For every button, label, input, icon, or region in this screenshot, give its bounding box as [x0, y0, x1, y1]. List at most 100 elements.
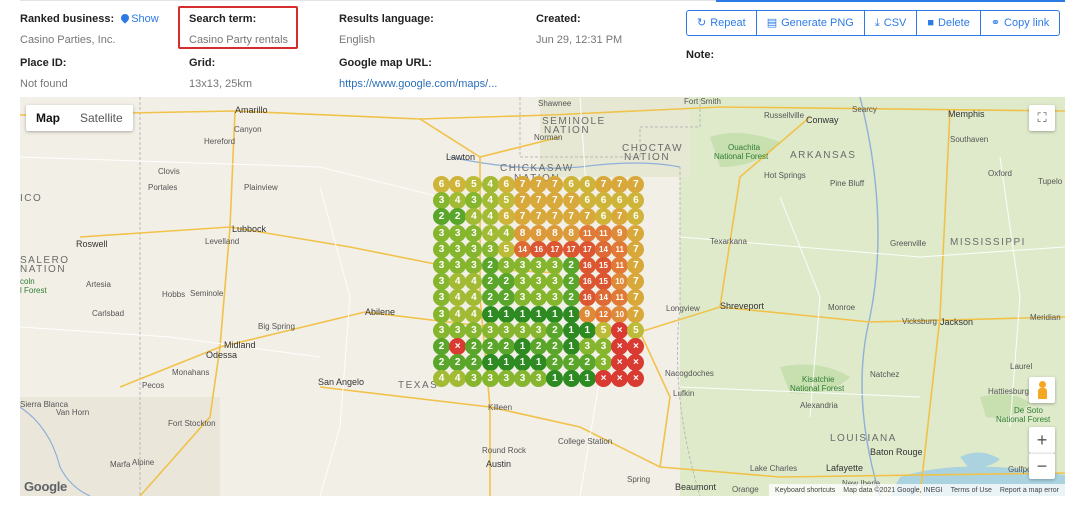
map-type-map-button[interactable]: Map [26, 105, 70, 131]
rank-grid-cell[interactable]: 8 [562, 224, 580, 242]
rank-grid-cell[interactable]: 1 [562, 305, 580, 323]
repeat-button[interactable]: ↻ Repeat [686, 10, 757, 36]
rank-grid-cell[interactable]: 8 [546, 224, 564, 242]
rank-grid-cell[interactable]: 9 [611, 224, 629, 242]
delete-button[interactable]: ■ Delete [916, 10, 981, 36]
rank-grid-cell[interactable]: 12 [595, 305, 612, 323]
rank-grid-cell[interactable]: 1 [481, 354, 499, 372]
rank-grid-cell[interactable]: 6 [578, 192, 596, 210]
rank-grid-cell[interactable]: 2 [562, 354, 580, 372]
rank-grid-cell[interactable]: 16 [578, 257, 596, 274]
rank-grid-cell[interactable]: 6 [433, 176, 450, 193]
rank-grid-cell[interactable]: 14 [514, 240, 531, 258]
rank-grid-cell[interactable]: 3 [514, 321, 531, 339]
rank-grid-cell[interactable]: 3 [578, 338, 596, 355]
rank-grid-cell[interactable]: 7 [562, 192, 580, 210]
rank-grid-cell[interactable]: 2 [562, 289, 580, 307]
rank-grid-cell[interactable]: 2 [578, 354, 596, 372]
fullscreen-button[interactable]: ⛶ [1029, 105, 1055, 131]
rank-grid-cell[interactable]: 8 [530, 224, 548, 242]
rank-grid-cell[interactable]: 17 [578, 240, 596, 258]
rank-grid-cell[interactable]: 3 [433, 321, 450, 339]
rank-grid-cell[interactable]: 1 [514, 338, 531, 355]
rank-grid-cell[interactable]: 14 [595, 240, 612, 258]
generate-png-button[interactable]: ▤ Generate PNG [755, 10, 865, 36]
keyboard-shortcuts-link[interactable]: Keyboard shortcuts [775, 487, 835, 494]
rank-grid-cell[interactable]: 1 [514, 305, 531, 323]
rank-grid-cell[interactable]: 4 [497, 224, 515, 242]
rank-grid-cell[interactable]: 3 [433, 224, 450, 242]
rank-grid-cell[interactable]: 2 [433, 338, 450, 355]
zoom-in-button[interactable]: + [1029, 427, 1055, 453]
rank-grid-cell[interactable]: × [611, 321, 629, 339]
rank-grid-cell[interactable]: 7 [562, 208, 580, 226]
rank-grid-cell[interactable]: 3 [465, 224, 483, 242]
rank-grid-cell[interactable]: 2 [562, 273, 580, 291]
rank-grid-cell[interactable]: 1 [497, 354, 515, 372]
rank-grid-cell[interactable]: 3 [449, 321, 467, 339]
rank-grid-cell[interactable]: 1 [530, 305, 548, 323]
rank-grid-cell[interactable]: 2 [481, 257, 499, 274]
rank-grid-cell[interactable]: 3 [449, 240, 467, 258]
rank-grid-cell[interactable]: 2 [481, 273, 499, 291]
rank-grid-cell[interactable]: 11 [578, 224, 596, 242]
rank-grid-cell[interactable]: 1 [497, 305, 515, 323]
rank-grid-cell[interactable]: 9 [578, 305, 596, 323]
report-map-error-link[interactable]: Report a map error [1000, 487, 1059, 494]
rank-grid-cell[interactable]: 4 [465, 305, 483, 323]
rank-grid-cell[interactable]: 4 [481, 224, 499, 242]
map-url-link[interactable]: https://www.google.com/maps/... [339, 78, 497, 90]
rank-grid-cell[interactable]: 2 [562, 257, 580, 274]
csv-button[interactable]: ⤓ CSV [863, 10, 918, 36]
rank-grid-cell[interactable]: 16 [578, 273, 596, 291]
rank-grid-cell[interactable]: 3 [433, 240, 450, 258]
rank-grid-cell[interactable]: 5 [595, 321, 612, 339]
rank-grid-cell[interactable]: 3 [497, 321, 515, 339]
rank-grid-cell[interactable]: 3 [514, 257, 531, 274]
rank-grid-cell[interactable]: 4 [481, 176, 499, 193]
rank-grid-cell[interactable]: 1 [578, 321, 596, 339]
rank-grid-cell[interactable]: 2 [497, 273, 515, 291]
rank-grid-cell[interactable]: 3 [433, 257, 450, 274]
rank-grid-cell[interactable]: 4 [449, 305, 467, 323]
rank-grid-cell[interactable]: 5 [497, 240, 515, 258]
rank-grid-cell[interactable]: 17 [562, 240, 580, 258]
rank-grid-cell[interactable]: 3 [595, 338, 612, 355]
map-type-satellite-button[interactable]: Satellite [70, 105, 133, 131]
copy-link-button[interactable]: ⚭ Copy link [979, 10, 1061, 36]
rank-grid-cell[interactable]: 3 [481, 370, 499, 388]
rank-grid-cell[interactable]: 1 [562, 370, 580, 388]
rank-grid-cell[interactable]: 2 [481, 289, 499, 307]
rank-grid-cell[interactable]: 3 [530, 321, 548, 339]
rank-grid-cell[interactable]: 3 [449, 224, 467, 242]
terms-of-use-link[interactable]: Terms of Use [951, 487, 992, 494]
rank-grid-cell[interactable]: 11 [595, 224, 612, 242]
rank-grid-cell[interactable]: 4 [481, 208, 499, 226]
rank-grid-cell[interactable]: 1 [546, 305, 564, 323]
rank-grid-cell[interactable]: 10 [611, 305, 629, 323]
show-business-link[interactable]: Show [119, 12, 159, 25]
rank-grid-cell[interactable]: 7 [514, 176, 531, 193]
rank-grid-cell[interactable]: 3 [481, 321, 499, 339]
rank-grid-cell[interactable]: 2 [481, 338, 499, 355]
rank-grid-cell[interactable]: 15 [595, 257, 612, 274]
rank-grid-cell[interactable]: 1 [562, 321, 580, 339]
rank-grid-cell[interactable]: 6 [578, 176, 596, 193]
map-view[interactable]: Amarillo Canyon Hereford Clovis Portales Plai… [20, 97, 1065, 496]
rank-grid-cell[interactable]: 1 [481, 305, 499, 323]
rank-grid-cell[interactable]: 16 [530, 240, 548, 258]
rank-grid-cell[interactable]: 6 [497, 176, 515, 193]
rank-grid-cell[interactable]: 7 [627, 224, 645, 242]
zoom-out-button[interactable]: − [1029, 453, 1055, 479]
rank-grid-cell[interactable]: 6 [562, 176, 580, 193]
rank-grid-cell[interactable]: 7 [595, 176, 612, 193]
street-view-pegman[interactable] [1029, 377, 1055, 403]
rank-grid-cell[interactable]: 4 [481, 192, 499, 210]
rank-grid-cell[interactable]: 3 [481, 240, 499, 258]
rank-grid-cell[interactable]: 8 [514, 224, 531, 242]
rank-grid-cell[interactable]: 3 [433, 305, 450, 323]
rank-grid-cell[interactable]: 1 [562, 338, 580, 355]
rank-grid-cell[interactable]: 7 [627, 305, 645, 323]
rank-grid-cell[interactable]: 11 [611, 240, 629, 258]
rank-grid-cell[interactable]: 5 [497, 192, 515, 210]
